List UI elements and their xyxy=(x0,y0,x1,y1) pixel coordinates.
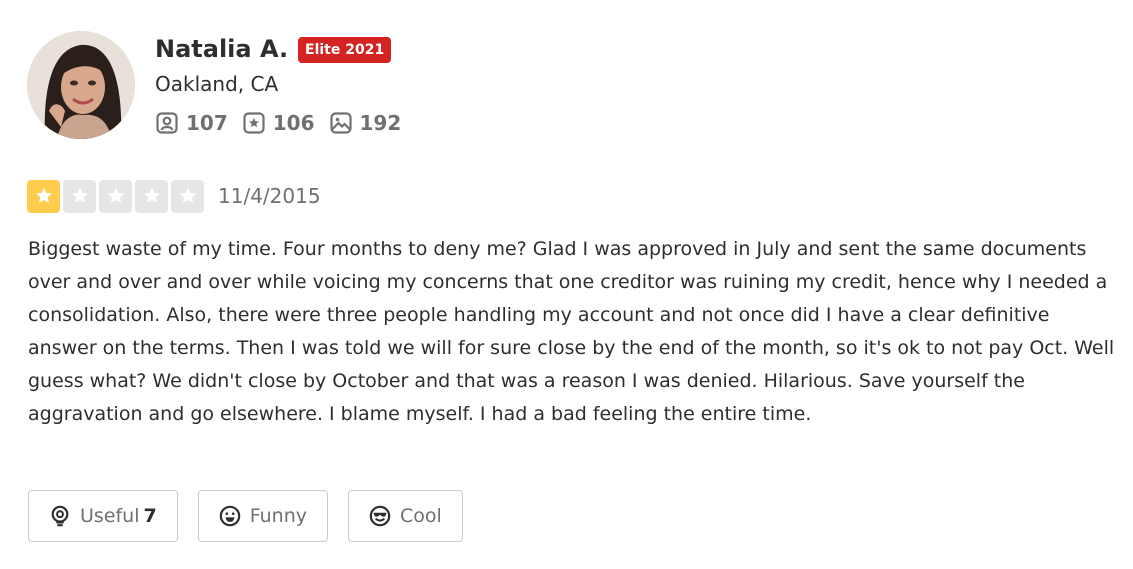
photos-count: 192 xyxy=(359,111,402,135)
star-empty xyxy=(135,179,168,213)
review-card: Natalia A. Elite 2021 Oakland, CA 107 10… xyxy=(0,0,1133,569)
friends-icon xyxy=(156,112,178,134)
star-empty xyxy=(171,179,204,213)
user-location: Oakland, CA xyxy=(155,72,279,96)
star-icon xyxy=(179,187,196,203)
avatar-photo xyxy=(27,31,135,139)
photos-count-stat: 192 xyxy=(329,111,402,135)
star-icon xyxy=(143,187,160,203)
sunglasses-face-icon xyxy=(369,505,391,527)
laughing-face-icon xyxy=(219,505,241,527)
star-rating xyxy=(27,179,204,213)
review-date: 11/4/2015 xyxy=(218,184,321,208)
friends-count: 107 xyxy=(186,111,228,135)
star-icon xyxy=(107,187,124,203)
useful-label: Useful xyxy=(80,505,140,527)
star-icon xyxy=(35,187,52,203)
rating-row: 11/4/2015 xyxy=(27,179,321,213)
user-name[interactable]: Natalia A. xyxy=(155,32,288,66)
friends-count-stat: 107 xyxy=(155,111,228,135)
photo-icon xyxy=(329,112,352,134)
review-text: Biggest waste of my time. Four months to… xyxy=(28,238,1115,425)
star-filled xyxy=(27,179,60,213)
star-empty xyxy=(99,179,132,213)
star-icon xyxy=(71,187,88,203)
elite-badge[interactable]: Elite 2021 xyxy=(298,37,392,63)
useful-button[interactable]: Useful 7 xyxy=(28,490,178,542)
avatar[interactable] xyxy=(27,31,135,139)
lightbulb-icon xyxy=(51,505,69,527)
reviews-count-stat: 106 xyxy=(242,111,315,135)
funny-label: Funny xyxy=(249,505,308,527)
star-empty xyxy=(63,179,96,213)
user-stats: 107 106 192 xyxy=(155,108,401,138)
reviews-count: 106 xyxy=(272,111,315,135)
useful-count: 7 xyxy=(143,505,157,527)
review-star-icon xyxy=(243,112,265,134)
cool-label: Cool xyxy=(400,505,442,527)
funny-button[interactable]: Funny xyxy=(197,490,329,542)
reaction-buttons: Useful 7 Funny Cool xyxy=(28,490,463,542)
cool-button[interactable]: Cool xyxy=(348,490,463,542)
